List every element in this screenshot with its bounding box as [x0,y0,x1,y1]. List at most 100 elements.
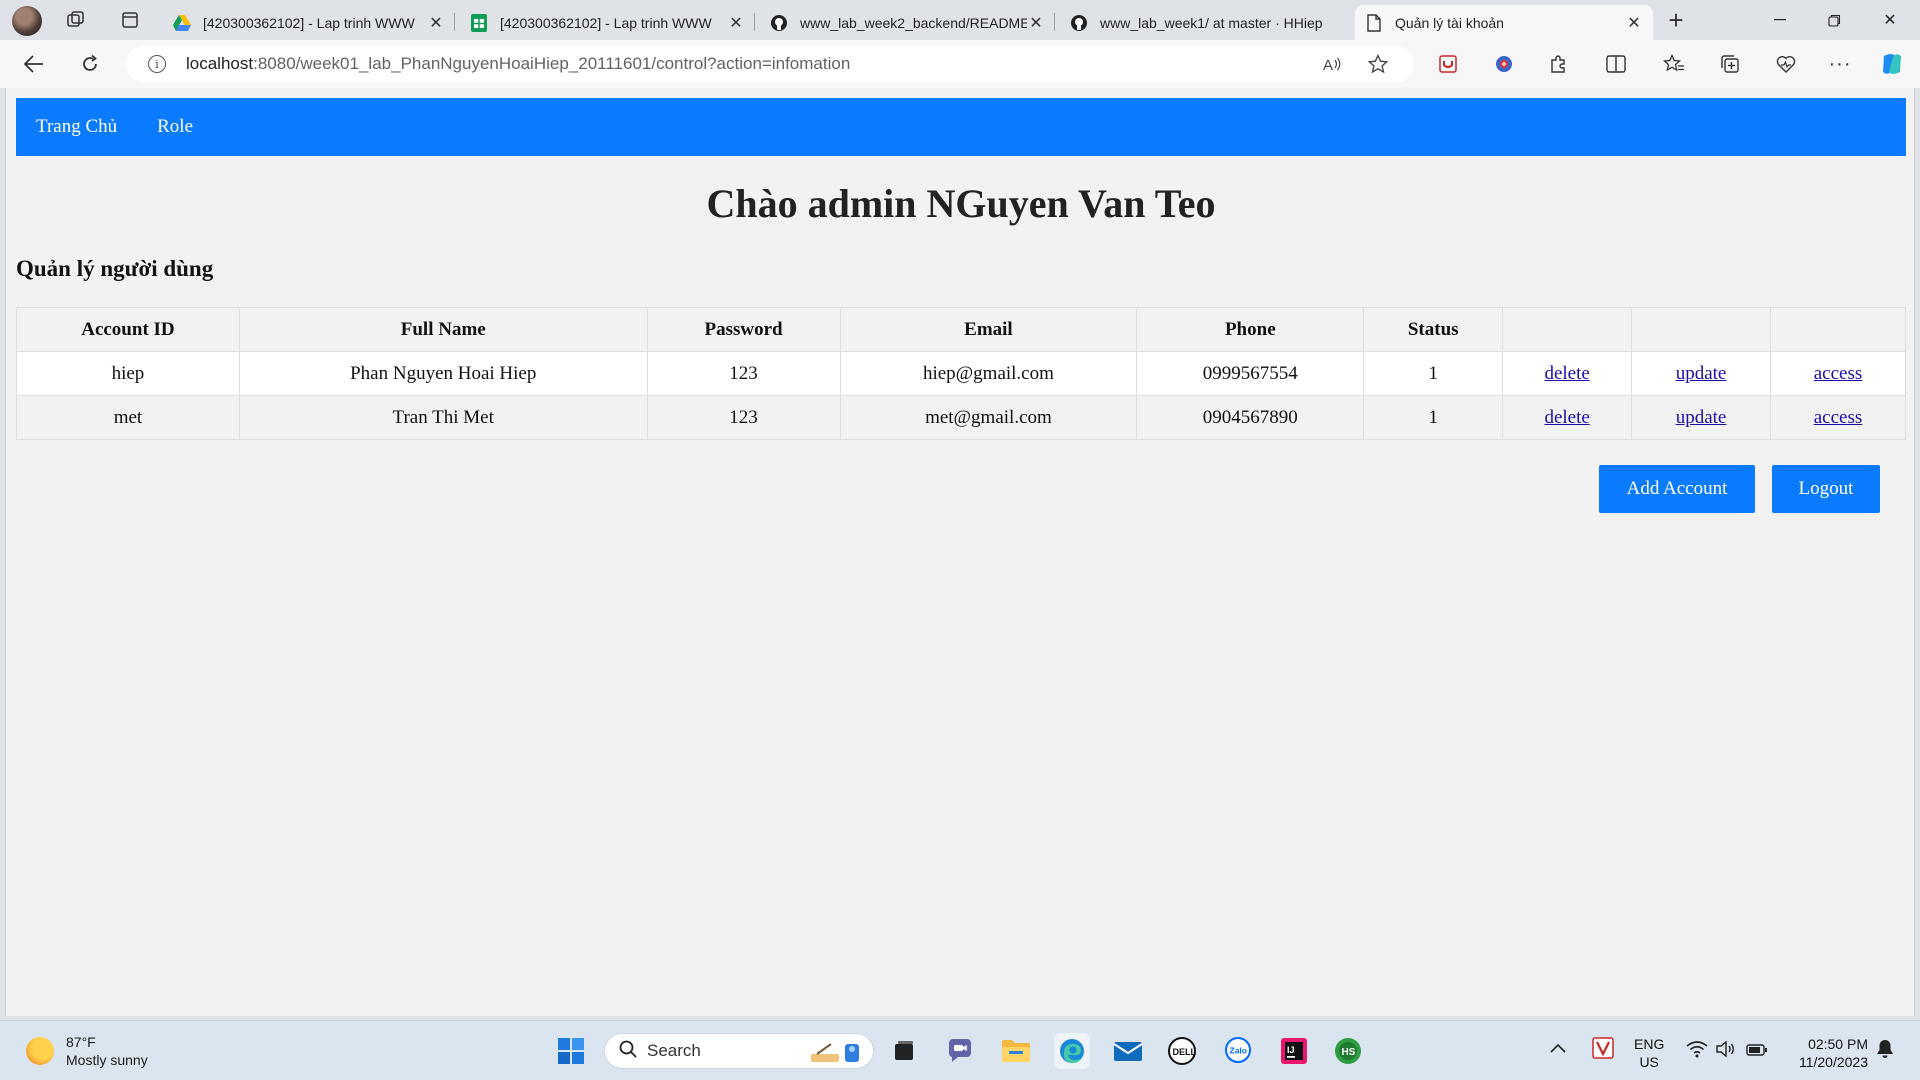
extension-shield-icon[interactable] [1434,50,1462,78]
cell-phone: 0904567890 [1136,395,1365,440]
update-link[interactable]: update [1676,363,1727,384]
github-icon [1070,14,1088,32]
update-link[interactable]: update [1676,407,1727,428]
clock-date: 11/20/2023 [1798,1054,1868,1070]
close-tab-icon[interactable]: ✕ [1027,13,1045,33]
copilot-icon[interactable] [1878,50,1906,78]
access-link[interactable]: access [1814,407,1863,428]
header-delete-column [1502,307,1633,352]
tab-github-week2[interactable]: www_lab_week2_backend/README ✕ [760,5,1055,40]
wifi-icon[interactable] [1686,1040,1708,1062]
favorite-star-icon[interactable] [1366,52,1390,76]
dell-icon[interactable]: DELL [1164,1033,1200,1069]
tab-separator [754,13,755,31]
restore-icon[interactable] [1806,0,1862,40]
tab-separator [454,13,455,31]
tab-title: Quản lý tài khoản [1395,14,1504,31]
tab-google-drive[interactable]: [420300362102] - Lap trinh WWW ✕ [163,5,455,40]
delete-link[interactable]: delete [1544,363,1589,384]
hs-app-icon[interactable]: HS [1330,1033,1366,1069]
cell-phone: 0999567554 [1136,351,1365,396]
back-arrow-icon[interactable] [18,48,50,80]
nav-home-link[interactable]: Trang Chủ [36,116,117,138]
collections-icon[interactable] [1716,50,1744,78]
address-bar[interactable]: i localhost:8080/week01_lab_PhanNguyenHo… [126,46,1414,82]
clock[interactable]: 02:50 PM 11/20/2023 [1784,1035,1868,1071]
extensions-puzzle-icon[interactable] [1544,50,1572,78]
header-full-name: Full Name [238,307,648,352]
logout-button[interactable]: Logout [1772,465,1880,513]
header-phone: Phone [1136,307,1365,352]
refresh-icon[interactable] [74,48,106,80]
new-tab-icon[interactable]: + [1662,5,1690,35]
volume-icon[interactable] [1716,1040,1736,1062]
github-icon [770,14,788,32]
more-options-icon[interactable]: ··· [1826,50,1854,78]
edge-browser-icon[interactable] [1054,1033,1090,1069]
cell-access: access [1770,351,1906,396]
tab-github-week1[interactable]: www_lab_week1/ at master · HHiep ✕ [1060,5,1350,40]
header-password: Password [646,307,841,352]
tab-account-management[interactable]: Quản lý tài khoản ✕ [1355,5,1653,40]
antivirus-tray-icon[interactable] [1592,1037,1614,1063]
header-access-column [1770,307,1906,352]
nav-role-link[interactable]: Role [157,116,193,138]
tab-separator [1054,13,1055,31]
table-header-row: Account ID Full Name Password Email Phon… [16,307,1906,352]
add-account-button[interactable]: Add Account [1599,465,1755,513]
browser-essentials-icon[interactable] [1772,50,1800,78]
tab-actions-icon[interactable] [116,6,144,34]
cell-full-name: Tran Thi Met [238,395,648,440]
battery-icon[interactable] [1746,1042,1768,1060]
language-indicator[interactable]: ENG US [1634,1035,1664,1071]
cell-full-name: Phan Nguyen Hoai Hiep [238,351,648,396]
file-explorer-icon[interactable] [998,1033,1034,1069]
read-aloud-icon[interactable]: A [1320,52,1344,76]
weather-widget[interactable]: 87°F Mostly sunny [26,1033,148,1069]
cell-password: 123 [646,351,841,396]
header-account-id: Account ID [16,307,240,352]
google-sheets-icon [470,13,488,32]
clock-time: 02:50 PM [1808,1036,1868,1052]
cell-delete: delete [1502,351,1633,396]
close-tab-icon[interactable]: ✕ [1625,13,1643,33]
zalo-icon[interactable]: Zalo [1220,1033,1256,1069]
close-tab-icon[interactable]: ✕ [427,13,445,33]
task-view-icon[interactable] [886,1033,922,1069]
access-link[interactable]: access [1814,363,1863,384]
tab-google-sheets[interactable]: [420300362102] - Lap trinh WWW ✕ [460,5,755,40]
browser-tab-bar: [420300362102] - Lap trinh WWW ✕ [420300… [0,0,1920,40]
close-window-icon[interactable]: ✕ [1862,0,1918,40]
table-row: hiep Phan Nguyen Hoai Hiep 123 hiep@gmai… [16,351,1906,396]
taskbar-search-box[interactable]: Search [604,1033,874,1069]
tab-title: [420300362102] - Lap trinh WWW [203,14,415,31]
site-info-icon[interactable]: i [148,55,166,73]
tab-title: www_lab_week2_backend/README [800,14,1027,31]
start-menu-icon[interactable] [553,1033,589,1069]
close-tab-icon[interactable]: ✕ [727,13,745,33]
workspaces-icon[interactable] [62,6,90,34]
cell-status: 1 [1363,351,1504,396]
svg-text:IJ: IJ [1287,1045,1295,1055]
cell-account-id: hiep [16,351,240,396]
sunny-weather-icon [26,1037,54,1065]
mail-icon[interactable] [1110,1033,1146,1069]
teams-chat-icon[interactable] [942,1033,978,1069]
cell-password: 123 [646,395,841,440]
profile-avatar[interactable] [12,6,42,36]
svg-text:DELL: DELL [1173,1047,1197,1057]
top-navbar: Trang Chủ Role [16,98,1906,156]
page-icon [1365,13,1383,32]
delete-link[interactable]: delete [1544,407,1589,428]
show-hidden-icons-chevron-up-icon[interactable] [1550,1039,1566,1057]
favorites-icon[interactable] [1660,50,1688,78]
windows-taskbar: 87°F Mostly sunny Search DELL Zalo IJ HS… [0,1020,1920,1080]
split-screen-icon[interactable] [1602,50,1630,78]
greeting-heading: Chào admin NGuyen Van Teo [706,181,1216,226]
extension-globe-icon[interactable] [1490,50,1518,78]
search-highlight-illustration-icon [809,1040,863,1069]
intellij-idea-icon[interactable]: IJ [1276,1033,1312,1069]
minimize-icon[interactable] [1752,0,1808,40]
notification-bell-icon[interactable] [1876,1039,1894,1063]
table-row: met Tran Thi Met 123 met@gmail.com 09045… [16,395,1906,440]
